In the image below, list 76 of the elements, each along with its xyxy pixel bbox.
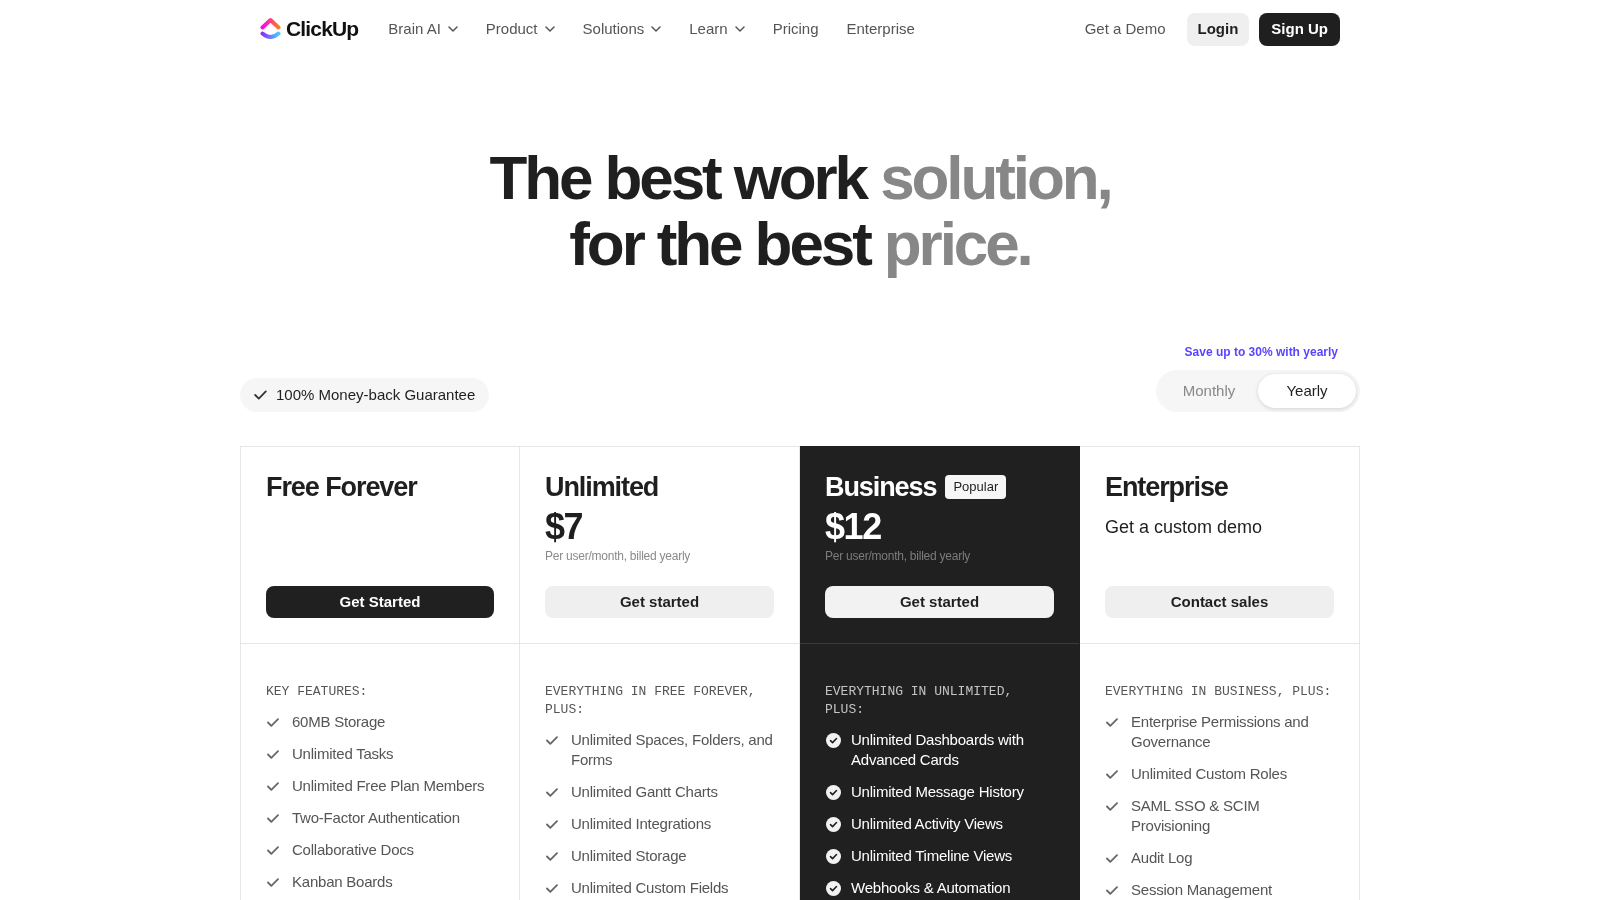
popular-badge: Popular [945, 475, 1007, 499]
check-icon [1106, 770, 1118, 779]
feature-text: Unlimited Storage [571, 846, 687, 866]
check-icon [1106, 802, 1118, 811]
feature-text: Unlimited Spaces, Folders, and Forms [571, 730, 774, 770]
check-icon [546, 852, 558, 861]
check-icon [267, 814, 279, 823]
feature-text: SAML SSO & SCIM Provisioning [1131, 796, 1261, 836]
feature-text: Audit Log [1131, 848, 1193, 868]
check-icon [1106, 886, 1118, 895]
guarantee-label: 100% Money-back Guarantee [276, 384, 476, 405]
signup-button[interactable]: Sign Up [1259, 12, 1340, 46]
nav-link[interactable]: Get a Demo [1084, 17, 1166, 41]
feature-text: Unlimited Activity Views [851, 814, 1003, 834]
logo-link[interactable]: ClickUp [260, 13, 359, 45]
price-note: Per user/month, billed yearly [825, 548, 972, 564]
savings-note: Save up to 30% with yearly [1184, 344, 1338, 360]
check-icon [1106, 854, 1118, 863]
plan-cta-button[interactable]: Get started [825, 586, 1054, 618]
plan-name: Business [825, 471, 937, 504]
feature-text: Unlimited Dashboards with Advanced Cards [851, 730, 1025, 770]
features-heading: EVERYTHING IN BUSINESS, PLUS: [1105, 683, 1333, 701]
nav-link[interactable]: Learn [689, 17, 745, 41]
feature-text: Unlimited Timeline Views [851, 846, 1013, 866]
features-heading: KEY FEATURES: [266, 683, 369, 701]
feature-text: Enterprise Permissions and Governance [1131, 712, 1310, 752]
plan-cta-button[interactable]: Get Started [266, 586, 494, 618]
login-button[interactable]: Login [1186, 12, 1250, 46]
check-circle-icon [826, 817, 841, 832]
check-icon [546, 820, 558, 829]
feature-text: Two-Factor Authentication [292, 808, 460, 828]
plan-price: $12 [825, 507, 882, 547]
feature-text: Unlimited Gantt Charts [571, 782, 718, 802]
check-icon [267, 878, 279, 887]
check-circle-icon [826, 849, 841, 864]
logo-icon [260, 17, 281, 41]
feature-text: Collaborative Docs [292, 840, 414, 860]
plan-tagline: Get a custom demo [1105, 516, 1264, 539]
check-icon [267, 846, 279, 855]
plan-price: $7 [545, 507, 584, 547]
check-icon [267, 782, 279, 791]
feature-text: Unlimited Custom Roles [1131, 764, 1287, 784]
plan-cta-button[interactable]: Get started [545, 586, 774, 618]
feature-text: 60MB Storage [292, 712, 386, 732]
check-icon [267, 750, 279, 759]
feature-text: Unlimited Integrations [571, 814, 712, 834]
feature-text: Session Management [1131, 880, 1273, 900]
nav-link[interactable]: Pricing [772, 17, 819, 41]
check-icon [546, 788, 558, 797]
feature-text: Kanban Boards [292, 872, 393, 892]
feature-text: Unlimited Free Plan Members [292, 776, 485, 796]
feature-text: Unlimited Tasks [292, 744, 394, 764]
billing-option[interactable]: Yearly [1258, 374, 1356, 408]
plan-name: Unlimited [545, 471, 659, 504]
check-circle-icon [826, 785, 841, 800]
nav-link[interactable]: Brain AI [388, 17, 458, 41]
check-icon [546, 884, 558, 893]
check-icon [1106, 718, 1118, 727]
price-note: Per user/month, billed yearly [545, 548, 692, 564]
check-circle-icon [826, 881, 841, 896]
feature-text: Unlimited Message History [851, 782, 1024, 802]
check-icon [267, 718, 279, 727]
plan-name: Enterprise [1105, 471, 1228, 504]
nav-link[interactable]: Solutions [582, 17, 662, 41]
hero-heading: The best work solution, for the best price. [489, 145, 1111, 277]
nav-link[interactable]: Product [485, 17, 555, 41]
features-heading: EVERYTHING IN UNLIMITED, PLUS: [825, 683, 1014, 719]
feature-text: Unlimited Custom Fields [571, 878, 729, 898]
check-icon [546, 736, 558, 745]
nav-link[interactable]: Enterprise [846, 17, 915, 41]
plan-name: Free Forever [266, 471, 417, 504]
features-heading: EVERYTHING IN FREE FOREVER, PLUS: [545, 683, 757, 719]
check-icon [254, 390, 267, 400]
check-circle-icon [826, 733, 841, 748]
feature-text: Webhooks & Automation [851, 878, 1011, 898]
plan-cta-button[interactable]: Contact sales [1105, 586, 1334, 618]
